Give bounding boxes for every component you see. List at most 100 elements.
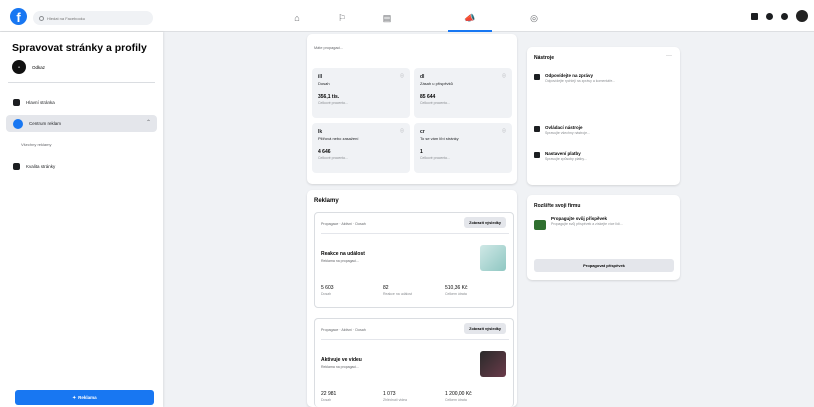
ad-description: Reklama na propagaci...: [321, 259, 359, 263]
ad-item: Propagace · Aktivní · Dosah Zobrazit výs…: [314, 318, 514, 407]
overview-card: Máte propagaci... ill Dosah 356,1 tis. C…: [307, 34, 517, 184]
search-icon: [39, 15, 44, 21]
stat-icon: ill: [318, 74, 323, 80]
tool-title: Odpovídejte na zprávy: [545, 73, 594, 78]
tool-item-reply[interactable]: Odpovídejte na zprávy Odpovídejte rychle…: [534, 73, 674, 84]
ad-stat: 82 Reakce na událost: [383, 285, 445, 296]
promote-illustration-icon: [534, 220, 546, 230]
facebook-logo-icon[interactable]: f: [10, 8, 27, 25]
sidebar-item-home[interactable]: Hlavní stránka: [6, 94, 157, 111]
ad-stats: 22 981 Dosah 1 073 Zhlédnutí videa 1 200…: [321, 391, 509, 402]
shield-icon: [13, 163, 20, 170]
stat-label: Dosah: [318, 81, 330, 86]
nav-marketplace-icon[interactable]: ▤: [365, 6, 409, 30]
tools-card: Nástroje ··· Odpovídejte na zprávy Odpov…: [527, 47, 680, 185]
sidebar-title: Spravovat stránky a profily: [12, 42, 147, 54]
nav-home-icon[interactable]: ⌂: [275, 6, 319, 30]
credit-card-icon: [534, 152, 540, 158]
ad-item: Propagace · Aktivní · Dosah Zobrazit výs…: [314, 212, 514, 308]
overview-intro: Máte propagaci...: [314, 46, 344, 50]
grow-business-card: Rozšiřte svoji firmu Propagujte svůj pří…: [527, 195, 680, 280]
ad-divider: [321, 233, 509, 234]
nav-flag-icon[interactable]: ⚐: [320, 6, 364, 30]
home-icon: [13, 99, 20, 106]
stat-reach: ill Dosah 356,1 tis. Celkové procento...…: [312, 68, 410, 118]
stat-value: 356,1 tis.: [318, 94, 340, 100]
ad-divider: [321, 339, 509, 340]
messenger-icon[interactable]: [766, 12, 773, 20]
search-input[interactable]: [47, 15, 147, 21]
tools-title: Nástroje: [534, 55, 555, 61]
ad-stat: 5 603 Dosah: [321, 285, 383, 296]
top-navigation-bar: f ⌂ ⚐ ▤ 📣 ◎: [0, 0, 814, 32]
stat-value: 1: [420, 149, 423, 155]
ads-section-title: Reklamy: [314, 198, 339, 204]
megaphone-icon: ✦: [72, 394, 77, 400]
left-sidebar: Spravovat stránky a profily ● Odkaz Hlav…: [0, 32, 163, 407]
page-name: Odkaz: [32, 64, 46, 70]
info-icon[interactable]: ⓘ: [502, 128, 506, 134]
stat-icon: dl: [420, 74, 425, 80]
sidebar-item-label: Kvalita stránky: [26, 164, 56, 169]
ad-stat-value: 510,36 Kč: [445, 285, 468, 291]
account-avatar[interactable]: [796, 10, 808, 22]
view-results-button[interactable]: Zobrazit výsledky: [464, 217, 506, 228]
info-icon[interactable]: ⓘ: [400, 128, 404, 134]
create-ad-button[interactable]: ✦ Reklama: [15, 390, 154, 405]
stat-link-clicks: lk Pilířová nebo zasažení 4 646 Celkové …: [312, 123, 410, 173]
ad-stat: 1 073 Zhlédnutí videa: [383, 391, 445, 402]
tool-item-payments[interactable]: Nastavení platby Spravujte způsoby platb…: [534, 151, 674, 162]
stat-label: Pilířová nebo zasažení: [318, 136, 359, 141]
tool-description: Spravujte všechny nástroje...: [545, 131, 590, 135]
info-icon[interactable]: ⓘ: [400, 73, 404, 79]
notifications-icon[interactable]: [781, 12, 788, 20]
ad-stat-label: Zhlédnutí videa: [383, 398, 407, 402]
stat-icon: cr: [420, 129, 425, 135]
nav-ads-icon[interactable]: 📣: [448, 6, 492, 32]
stat-sub: Celkové procento...: [420, 101, 451, 105]
ad-stat-label: Celkem útrata: [445, 292, 467, 296]
chevron-up-icon: ⌃: [145, 120, 151, 126]
ad-stat-value: 1 200,00 Kč: [445, 391, 472, 397]
ad-stat: 22 981 Dosah: [321, 391, 383, 402]
more-options-icon[interactable]: ···: [666, 53, 672, 59]
stat-value: 85 644: [420, 94, 436, 100]
ad-stat-value: 5 603: [321, 285, 334, 291]
sidebar-item-label: Centrum reklam: [29, 121, 62, 126]
ad-title: Aktivuje ve videu: [321, 357, 362, 363]
ad-stat-value: 1 073: [383, 391, 396, 397]
nav-gaming-icon[interactable]: ◎: [512, 6, 556, 30]
ad-description: Reklama na propagaci...: [321, 365, 359, 369]
page-selector[interactable]: ● Odkaz: [12, 60, 45, 74]
view-results-button[interactable]: Zobrazit výsledky: [464, 323, 506, 334]
ad-stat-label: Dosah: [321, 292, 332, 296]
menu-grid-icon[interactable]: [751, 12, 758, 20]
promote-post-button[interactable]: Propagovat příspěvek: [534, 259, 674, 272]
sidebar-item-ad-center[interactable]: Centrum reklam ⌃: [6, 115, 157, 132]
sidebar-subitem-all-ads[interactable]: Všechny reklamy: [21, 142, 51, 147]
page-avatar: ●: [12, 60, 26, 74]
grow-title: Rozšiřte svoji firmu: [534, 203, 581, 209]
settings-icon: [534, 126, 540, 132]
ad-stat: 510,36 Kč Celkem útrata: [445, 285, 507, 296]
tool-title: Nastavení platby: [545, 151, 581, 156]
stat-page-likes: cr To se vám líbí stránky 1 Celkové proc…: [414, 123, 512, 173]
ad-meta: Propagace · Aktivní · Dosah: [321, 222, 366, 226]
ad-stat-value: 22 981: [321, 391, 337, 397]
sidebar-item-page-quality[interactable]: Kvalita stránky: [6, 158, 157, 175]
sidebar-item-label: Hlavní stránka: [26, 100, 55, 105]
info-icon[interactable]: ⓘ: [502, 73, 506, 79]
ad-thumbnail[interactable]: [480, 245, 506, 271]
ad-stat: 1 200,00 Kč Celkem útrata: [445, 391, 507, 402]
tool-item-controls[interactable]: Ovládací nástroje Spravujte všechny nást…: [534, 125, 674, 136]
stat-label: To se vám líbí stránky: [420, 136, 459, 141]
create-ad-button-label: Reklama: [78, 395, 97, 400]
ad-stat-value: 82: [383, 285, 389, 291]
stat-value: 4 646: [318, 149, 331, 155]
promo-text: Propagujte svůj příspěvek Propagujte svů…: [551, 216, 671, 227]
ad-stat-label: Dosah: [321, 398, 332, 402]
ad-thumbnail[interactable]: [480, 351, 506, 377]
stat-sub: Celkové procento...: [318, 156, 349, 160]
search-box[interactable]: [33, 11, 153, 25]
tool-title: Ovládací nástroje: [545, 125, 583, 130]
